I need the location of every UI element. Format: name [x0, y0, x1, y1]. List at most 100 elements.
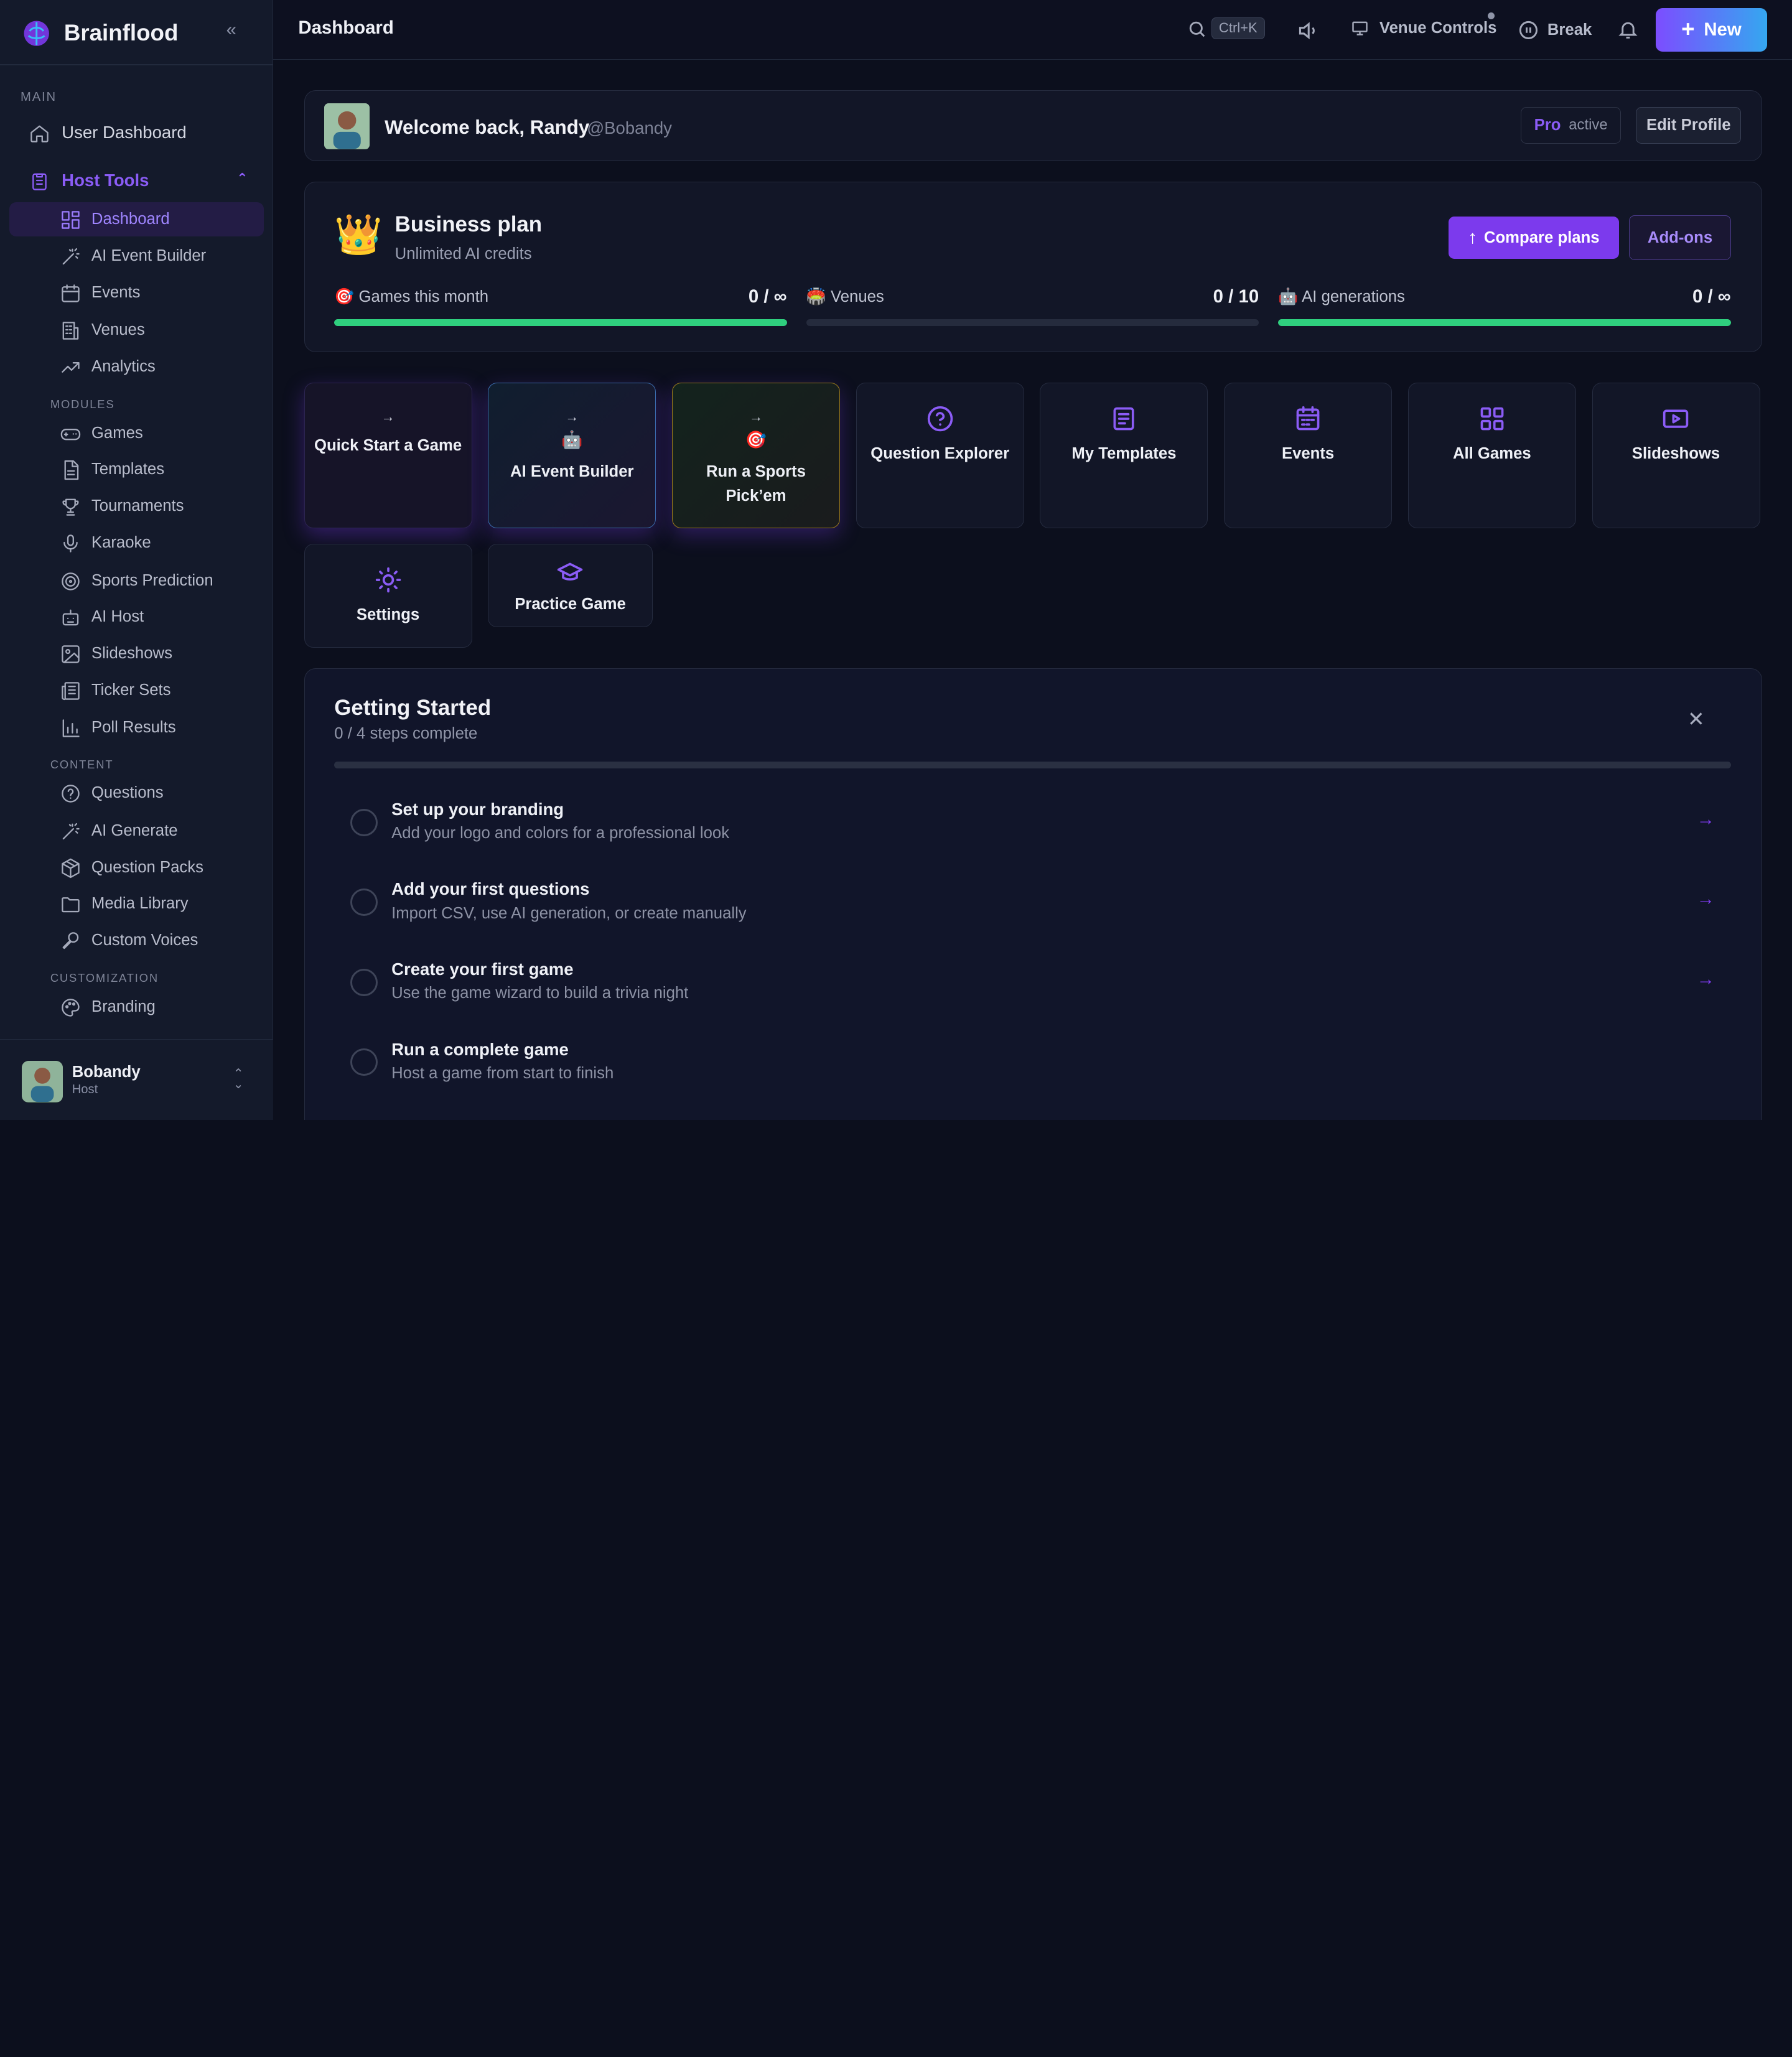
sidebar-item-label: User Dashboard	[62, 123, 187, 142]
step-description: Import CSV, use AI generation, or create…	[391, 904, 747, 922]
calendar-icon	[1225, 405, 1391, 437]
ai-event-builder-tile[interactable]: → 🤖 AI Event Builder	[488, 383, 656, 528]
step-checkbox[interactable]	[350, 968, 378, 996]
question-circle-icon	[857, 405, 1024, 437]
dashboard-grid-icon	[61, 211, 80, 229]
new-label: New	[1704, 19, 1742, 40]
sidebar-item-ai-host[interactable]: AI Host	[9, 600, 264, 634]
step-description: Use the game wizard to build a trivia ni…	[391, 984, 689, 1002]
collapse-sidebar-icon[interactable]: «	[226, 19, 245, 42]
step-title: Add your first questions	[391, 879, 590, 899]
tile-label: Quick Start a Game	[314, 437, 462, 455]
add-ons-button[interactable]: Add-ons	[1629, 215, 1731, 260]
user-role: Host	[72, 1083, 98, 1097]
sidebar-item-branding[interactable]: Branding	[9, 990, 264, 1024]
sidebar-item-ai-event-builder[interactable]: AI Event Builder	[9, 239, 264, 273]
palette-icon	[61, 998, 80, 1017]
target-icon: 🎯	[745, 429, 767, 449]
compare-plans-button[interactable]: ↑ Compare plans	[1449, 217, 1619, 259]
sidebar-item-label: Tournaments	[91, 497, 184, 515]
play-icon	[1593, 405, 1760, 437]
avatar	[324, 103, 370, 149]
sun-gear-icon	[305, 566, 472, 599]
new-button[interactable]: + New	[1656, 7, 1767, 52]
welcome-card: Welcome back, Randy @Bobandy Pro active …	[304, 90, 1763, 161]
sidebar-item-events[interactable]: Events	[9, 276, 264, 310]
section-label-modules: MODULES	[50, 398, 115, 411]
arrow-right-icon[interactable]: →	[1697, 889, 1715, 910]
page-title: Dashboard	[298, 17, 394, 38]
sidebar-item-venues[interactable]: Venues	[9, 313, 264, 347]
brand[interactable]: Brainflood	[21, 16, 178, 50]
sidebar-item-label: AI Generate	[91, 821, 178, 839]
sidebar-item-label: Analytics	[91, 358, 156, 376]
arrow-right-icon[interactable]: →	[1697, 969, 1715, 990]
step-title: Create your first game	[391, 959, 574, 979]
sidebar-item-games[interactable]: Games	[9, 416, 264, 450]
step-checkbox[interactable]	[350, 889, 378, 917]
usage-value: 0 / ∞	[748, 286, 787, 307]
newspaper-icon	[61, 682, 80, 700]
target-icon	[61, 572, 80, 590]
step-item[interactable]: Set up your branding Add your logo and c…	[334, 790, 1730, 859]
usage-label: 🤖 AI generations	[1278, 288, 1405, 306]
user-menu[interactable]: Bobandy Host ⌃ ⌄	[0, 1038, 273, 1120]
sidebar-item-user-dashboard[interactable]: User Dashboard	[9, 116, 264, 150]
step-item[interactable]: Create your first game Use the game wiza…	[334, 950, 1730, 1019]
welcome-message: Welcome back, Randy	[385, 116, 590, 138]
step-checkbox[interactable]	[350, 808, 378, 836]
search-icon[interactable]	[1187, 19, 1206, 39]
step-item[interactable]: Add your first questions Import CSV, use…	[334, 870, 1730, 939]
all-games-tile[interactable]: All Games	[1407, 383, 1576, 528]
sports-pickem-tile[interactable]: → 🎯 Run a Sports Pick’em	[671, 383, 840, 528]
sidebar-item-media-library[interactable]: Media Library	[9, 887, 264, 921]
settings-tile[interactable]: Settings	[304, 544, 472, 648]
sidebar-item-analytics[interactable]: Analytics	[9, 350, 264, 384]
practice-game-tile[interactable]: Practice Game	[488, 544, 653, 628]
sidebar-item-ai-generate[interactable]: AI Generate	[9, 814, 264, 848]
section-label-main: MAIN	[21, 90, 57, 105]
venue-controls-button[interactable]: Venue Controls	[1350, 19, 1496, 37]
sidebar-item-poll-results[interactable]: Poll Results	[9, 711, 264, 745]
tile-label: My Templates	[1071, 444, 1177, 462]
edit-profile-button[interactable]: Edit Profile	[1636, 106, 1742, 144]
chevron-up-down-icon: ⌃ ⌄	[233, 1067, 244, 1091]
close-icon[interactable]: ✕	[1687, 707, 1705, 732]
sidebar-group-host-tools[interactable]: Host Tools ⌃	[9, 164, 264, 198]
chevron-up-icon: ⌃	[236, 170, 248, 186]
step-checkbox[interactable]	[350, 1048, 378, 1076]
grid-icon	[1409, 405, 1575, 437]
question-explorer-tile[interactable]: Question Explorer	[856, 383, 1024, 528]
sidebar-item-sports-prediction[interactable]: Sports Prediction	[9, 563, 264, 597]
sidebar-item-karaoke[interactable]: Karaoke	[9, 526, 264, 560]
magic-wand-icon	[62, 823, 80, 839]
my-templates-tile[interactable]: My Templates	[1040, 383, 1208, 528]
sidebar-item-ticker-sets[interactable]: Ticker Sets	[9, 673, 264, 707]
sidebar-item-custom-voices[interactable]: Custom Voices	[9, 923, 264, 958]
step-title: Set up your branding	[391, 799, 564, 819]
package-icon	[61, 858, 80, 878]
search-shortcut[interactable]: Ctrl+K	[1211, 17, 1265, 39]
speaker-icon[interactable]	[1296, 19, 1321, 42]
sidebar-item-questions[interactable]: Questions	[9, 776, 264, 810]
question-circle-icon	[61, 785, 80, 803]
events-tile[interactable]: Events	[1224, 383, 1393, 528]
arrow-right-icon[interactable]: →	[1697, 809, 1715, 830]
sidebar-item-dashboard[interactable]: Dashboard	[9, 202, 264, 237]
image-icon	[61, 645, 80, 663]
tile-label: AI Event Builder	[510, 463, 634, 481]
sidebar-item-question-packs[interactable]: Question Packs	[9, 851, 264, 885]
step-item[interactable]: Run a complete game Host a game from sta…	[334, 1030, 1730, 1099]
quick-start-game-tile[interactable]: → Quick Start a Game	[304, 383, 472, 528]
sidebar-item-label: Venues	[91, 321, 145, 339]
break-button[interactable]: Break	[1518, 19, 1592, 41]
slideshows-tile[interactable]: Slideshows	[1592, 383, 1760, 528]
user-name: Bobandy	[72, 1063, 141, 1081]
bell-icon[interactable]	[1617, 18, 1639, 41]
sidebar-item-templates[interactable]: Templates	[9, 452, 264, 487]
sidebar-item-tournaments[interactable]: Tournaments	[9, 489, 264, 523]
sidebar-item-slideshows[interactable]: Slideshows	[9, 637, 264, 671]
sidebar-item-label: Question Packs	[91, 858, 203, 876]
sidebar-item-label: Branding	[91, 997, 156, 1015]
brain-logo-icon	[24, 21, 49, 46]
